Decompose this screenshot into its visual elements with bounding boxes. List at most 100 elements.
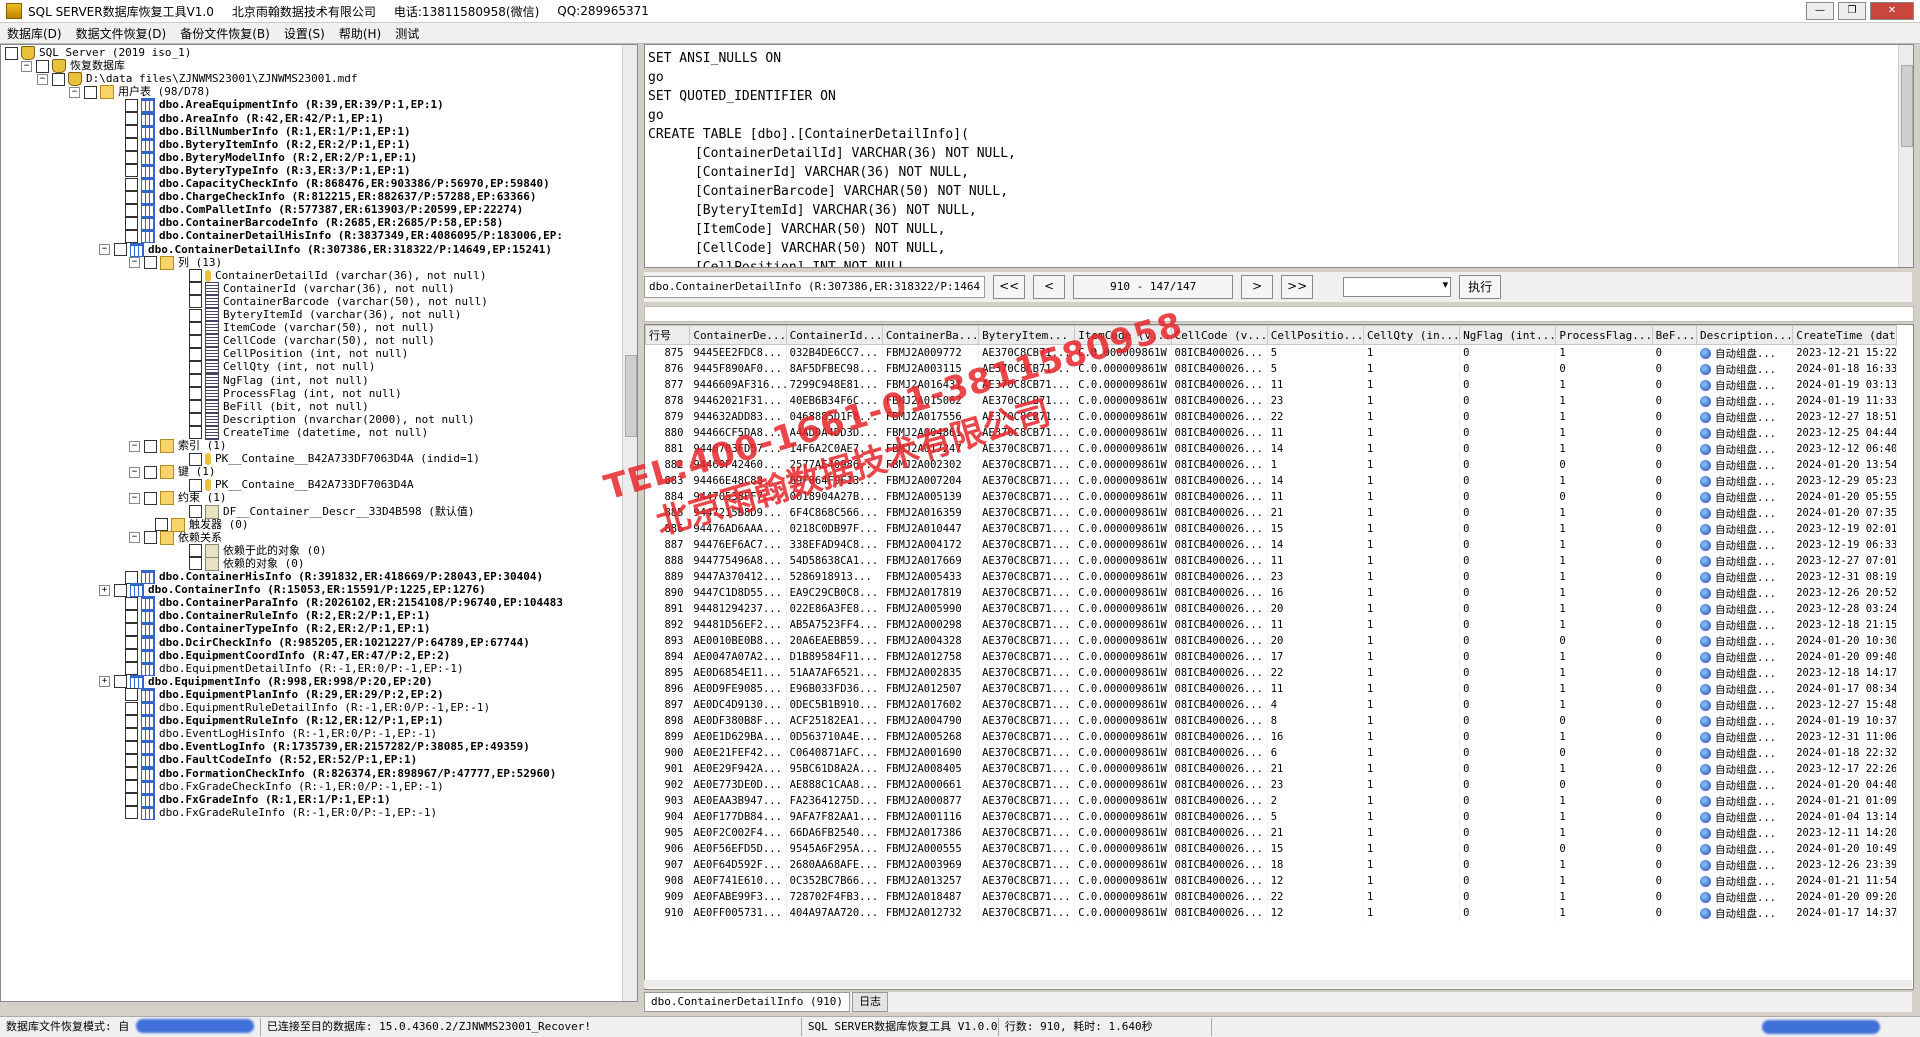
table-row[interactable]: 887 94476EF6AC7... 338EFAD94C8... FBMJ2A004… <box>645 537 1897 553</box>
tab-log[interactable]: 日志 <box>852 992 889 1012</box>
table-row[interactable]: 901 AE0E29F942A... 95BC61D8A2A... FBMJ2A008… <box>645 761 1897 777</box>
table-row[interactable]: 892 94481D56EF2... AB5A7523FF4... FBMJ2A000… <box>645 617 1897 633</box>
table-row[interactable]: 876 9445F890AF0... 8AF5DFBEC98... FBMJ2A003… <box>645 361 1897 377</box>
table-row[interactable]: 881 9446703FD57... 14F6A2C0AE7... FBMJ2A017… <box>645 441 1897 457</box>
table-row[interactable]: 882 94469F42460... 2577AE40986... FBMJ2A002… <box>645 457 1897 473</box>
table-row[interactable]: 902 AE0E773DE0D... AE888C1CAA8... FBMJ2A000… <box>645 777 1897 793</box>
table-row[interactable]: 897 AE0DC4D9130... 0DEC5B1B910... FBMJ2A017… <box>645 697 1897 713</box>
table-row[interactable]: 895 AE0D6854E11... 51AA7AF6521... FBMJ2A002… <box>645 665 1897 681</box>
column-header[interactable]: ContainerDe... <box>689 325 787 345</box>
next-page-button[interactable]: > <box>1241 275 1274 299</box>
checkbox[interactable] <box>125 806 138 820</box>
table-row[interactable]: 908 AE0F741E610... 0C352BC7B66... FBMJ2A013… <box>645 873 1897 889</box>
expand-toggle-icon[interactable]: + <box>99 584 110 596</box>
table-row[interactable]: 880 94466CF5DA8... A4ADDA4DD3D... FBMJ2A004… <box>645 425 1897 441</box>
column-header[interactable]: NgFlag (int... <box>1459 325 1557 345</box>
column-header[interactable]: Description... <box>1695 325 1794 345</box>
table-row[interactable]: 907 AE0F64D592F... 2680AA68AFE... FBMJ2A003… <box>645 857 1897 873</box>
expand-toggle-icon[interactable]: − <box>99 244 110 255</box>
checkbox[interactable] <box>144 491 157 505</box>
expand-toggle-icon[interactable]: − <box>129 440 140 452</box>
table-row[interactable]: 906 AE0F56EFD5D... 9545A6F295A... FBMJ2A000… <box>645 841 1897 857</box>
expand-toggle-icon[interactable]: − <box>129 257 140 269</box>
table-row[interactable]: 891 94481294237... 022E86A3FE8... FBMJ2A005… <box>645 601 1897 617</box>
expand-toggle-icon[interactable]: − <box>129 466 140 478</box>
minimize-button[interactable]: — <box>1806 2 1834 20</box>
table-row[interactable]: 909 AE0FABE99F3... 728702F4FB3... FBMJ2A018… <box>645 889 1897 905</box>
result-grid[interactable]: 行号 ContainerDe... ContainerId... ContainerB… <box>644 324 1914 990</box>
table-row[interactable]: 883 94466E48C88... 69F864F9F13... FBMJ2A007… <box>645 473 1897 489</box>
restore-button[interactable]: ❐ <box>1838 2 1866 20</box>
tree-index[interactable]: PK__Containe__B42A733DF7063D4A (indid=1) <box>189 451 480 467</box>
menu-item-1[interactable]: 数据文件恢复(D) <box>69 25 174 42</box>
table-row[interactable]: 904 AE0F177DB84... 9AFA7F82AA1... FBMJ2A001… <box>645 809 1897 825</box>
prev-page-button[interactable]: < <box>1033 275 1066 299</box>
column-header[interactable]: CreateTime (datet... <box>1792 325 1897 345</box>
sql-editor[interactable]: SET ANSI_NULLS ON go SET QUOTED_IDENTIFI… <box>644 44 1914 268</box>
table-row[interactable]: 877 9446609AF316... 7299C948E81... FBMJ2A01… <box>645 377 1897 393</box>
menu-item-5[interactable]: 测试 <box>388 25 426 42</box>
column-header[interactable]: BeF... <box>1651 325 1698 345</box>
filter-bar[interactable] <box>644 306 1914 322</box>
menu-item-4[interactable]: 帮助(H) <box>332 25 388 42</box>
expand-toggle-icon[interactable]: − <box>69 86 80 98</box>
expand-toggle-icon[interactable]: − <box>129 532 140 544</box>
checkbox[interactable] <box>144 465 157 479</box>
execute-button[interactable]: 执行 <box>1459 275 1502 299</box>
column-header[interactable]: ContainerBa... <box>881 325 980 345</box>
column-header[interactable]: ItemCode (v... <box>1074 325 1172 345</box>
last-page-button[interactable]: >> <box>1281 275 1314 299</box>
sql-scroll-thumb[interactable] <box>1901 65 1913 147</box>
close-button[interactable]: ✕ <box>1870 2 1914 20</box>
column-header[interactable]: 行号 <box>645 325 691 345</box>
checkbox[interactable] <box>5 46 18 60</box>
expand-toggle-icon[interactable]: − <box>129 492 140 504</box>
table-row[interactable]: 885 9447215B8D9... 6F4C868C566... FBMJ2A016… <box>645 505 1897 521</box>
column-header[interactable]: ByteryItem... <box>978 325 1076 345</box>
action-select[interactable] <box>1343 277 1452 297</box>
checkbox[interactable] <box>144 531 157 545</box>
table-row[interactable]: 899 AE0E1D629BA... 0D563710A4E... FBMJ2A005… <box>645 729 1897 745</box>
table-row[interactable]: 875 9445EE2FDC8... 032B4DE6CC7... FBMJ2A009… <box>645 344 1897 361</box>
sql-text[interactable]: SET ANSI_NULLS ON go SET QUOTED_IDENTIFI… <box>648 49 1909 267</box>
expand-toggle-icon[interactable]: − <box>37 73 48 85</box>
table-row[interactable]: 894 AE0047A07A2... D1B89584F11... FBMJ2A012… <box>645 649 1897 665</box>
column-header[interactable]: ProcessFlag... <box>1555 325 1653 345</box>
column-header[interactable]: CellPositio... <box>1266 325 1364 345</box>
grid-horizontal-scrollbar[interactable] <box>644 980 1912 988</box>
table-row[interactable]: 910 AE0FF005731... 404A97AA720... FBMJ2A012… <box>645 905 1897 921</box>
table-row[interactable]: 878 94462021F31... 40EB6B34F6C... FBMJ2A015… <box>645 393 1897 409</box>
checkbox[interactable] <box>144 256 157 270</box>
tree-table[interactable]: dbo.FxGradeRuleInfo (R:-1,ER:0/P:-1,EP:-… <box>125 805 437 821</box>
table-row[interactable]: 879 944632ADD83... 0468885D1F8... FBMJ2A017… <box>645 409 1897 425</box>
checkbox[interactable] <box>52 72 65 86</box>
table-row[interactable]: 884 94470538FF7... 0018904A27B... FBMJ2A005… <box>645 489 1897 505</box>
first-page-button[interactable]: << <box>993 275 1026 299</box>
table-row[interactable]: 903 AE0EAA3B947... FA23641275D... FBMJ2A000… <box>645 793 1897 809</box>
expand-toggle-icon[interactable]: − <box>21 60 32 72</box>
tab-table-result[interactable]: dbo.ContainerDetailInfo (910) <box>644 992 851 1012</box>
menu-item-2[interactable]: 备份文件恢复(B) <box>173 25 277 42</box>
menu-item-3[interactable]: 设置(S) <box>277 25 332 42</box>
checkbox[interactable] <box>144 439 157 453</box>
table-row[interactable]: 888 944775496A8... 54D58638CA1... FBMJ2A017… <box>645 553 1897 569</box>
expand-toggle-icon[interactable]: + <box>99 676 110 688</box>
checkbox[interactable] <box>84 85 97 99</box>
sql-scrollbar[interactable] <box>1898 45 1913 267</box>
tree-scroll-thumb[interactable] <box>625 355 637 437</box>
table-row[interactable]: 886 94476AD6AAA... 0218C0DB97F... FBMJ2A010… <box>645 521 1897 537</box>
table-row[interactable]: 889 9447A370412... 5286918913... FBMJ2A0054… <box>645 569 1897 585</box>
table-row[interactable]: 900 AE0E21FEF42... C0640871AFC... FBMJ2A001… <box>645 745 1897 761</box>
table-row[interactable]: 896 AE0D9FE9085... E96B033FD36... FBMJ2A012… <box>645 681 1897 697</box>
table-row[interactable]: 890 9447C1D8D55... EA9C29CB0C8... FBMJ2A017… <box>645 585 1897 601</box>
menu-item-0[interactable]: 数据库(D) <box>0 25 69 42</box>
column-header[interactable]: ContainerId... <box>785 325 883 345</box>
table-row[interactable]: 898 AE0DF380B8F... ACF25182EA1... FBMJ2A004… <box>645 713 1897 729</box>
checkbox[interactable] <box>114 243 127 256</box>
table-row[interactable]: 905 AE0F2C002F4... 66DA6FB2540... FBMJ2A017… <box>645 825 1897 841</box>
column-header[interactable]: CellCode (v... <box>1170 325 1268 345</box>
tree-scrollbar[interactable] <box>622 45 637 1001</box>
table-row[interactable]: 893 AE0010BE0B8... 20A6EAEBB59... FBMJ2A004… <box>645 633 1897 649</box>
column-header[interactable]: CellQty (in... <box>1362 325 1461 345</box>
object-tree[interactable]: SQL Server (2019 iso_1) − 恢复数据库 − D:\data fi… <box>0 44 638 1002</box>
